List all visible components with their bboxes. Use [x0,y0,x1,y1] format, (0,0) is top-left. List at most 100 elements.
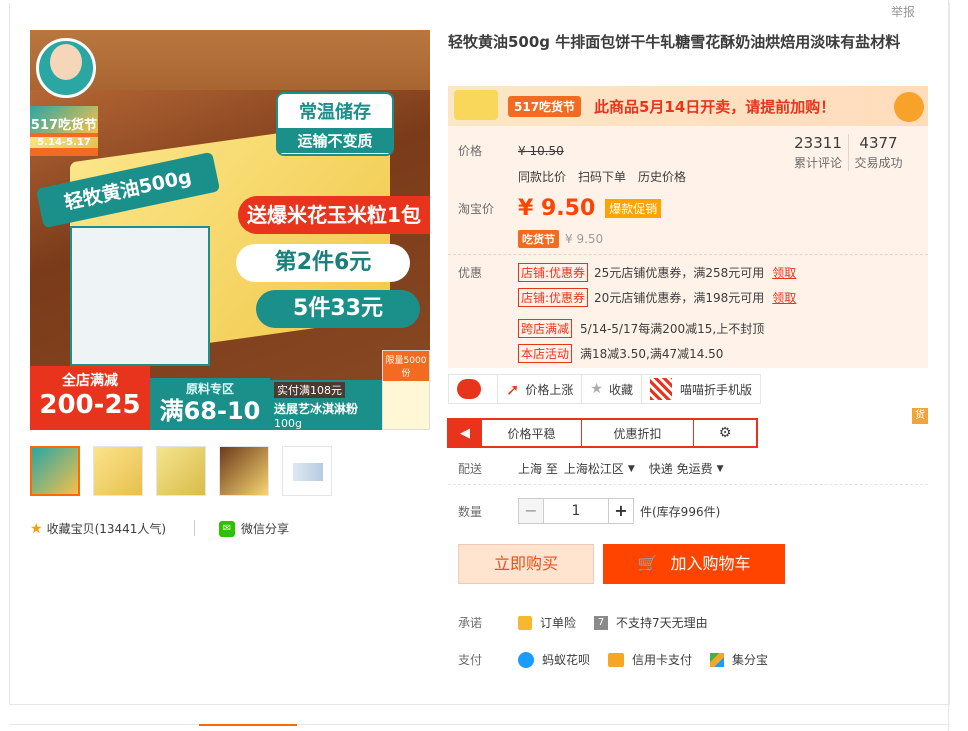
sales-stats: 23311 累计评论 4377 交易成功 [788,134,908,171]
price-box: 价格 ¥ 10.50 23311 累计评论 4377 交易成功 同款比价 扫码下… [448,126,928,254]
divider [194,520,195,536]
main-product-image[interactable]: 517吃货节 5.14-5.17 常温储存 运输不变质 轻牧黄油500g 送爆米… [30,30,430,430]
owl-icon [457,379,481,399]
festival-badge-date: 5.14-5.17 [30,137,98,148]
coupon-receive-link[interactable]: 领取 [772,289,796,306]
price-stable-button[interactable]: 价格平稳 [482,420,582,446]
banner-decoration [454,90,498,120]
banner-message: 此商品5月14日开卖，请提前加购！ [594,98,836,116]
huabei-text[interactable]: 蚂蚁花呗 [542,651,590,668]
add-to-cart-button[interactable]: 🛒 加入购物车 [603,544,785,584]
coupon-row-2: 店铺:优惠券 20元店铺优惠券，满198元可用 领取 [518,288,796,307]
payment-row: 支付 蚂蚁花呗 信用卡支付 集分宝 [458,651,768,668]
credit-card-text[interactable]: 信用卡支付 [632,651,692,668]
gift-box-label: 限量5000份 [383,351,429,381]
share-label: 微信分享 [241,522,290,536]
discount-button[interactable]: 优惠折扣 [582,420,694,446]
price-up-label: 价格上涨 [525,382,574,397]
qr-code-icon [650,378,672,400]
increase-button[interactable]: + [608,498,634,524]
price-up-tool[interactable]: ➚ 价格上涨 [498,375,583,403]
store-discount-label: 全店满减 [62,373,118,389]
price-history-link[interactable]: 历史价格 [638,168,686,185]
image-promo-five: 5件33元 [256,290,420,328]
cart-icon: 🛒 [637,554,658,573]
order-insurance-icon [518,615,532,630]
storage-tag-line1: 常温储存 [299,102,371,123]
favorite-count: (13441人气) [94,522,167,536]
promise-row: 承诺 订单险 7 不支持7天无理由 [458,614,708,631]
coupon-row-1: 店铺:优惠券 25元店铺优惠券，满258元可用 领取 [518,263,796,282]
thumbnail-5[interactable] [282,446,332,496]
image-promo-second: 第2件6元 [236,244,410,282]
gift-offer-item: 送展艺冰淇淋粉 [274,402,359,416]
review-label: 累计评论 [793,156,842,170]
right-divider [948,0,949,731]
chevron-down-icon[interactable]: ▼ [628,464,635,474]
buy-now-button[interactable]: 立即购买 [458,544,594,584]
delivery-to[interactable]: 上海松江区 [564,460,624,477]
add-to-cart-label: 加入购物车 [670,554,751,573]
taobao-price-label: 淘宝价 [458,202,495,216]
current-price: ¥ 9.50 [518,196,596,221]
banner-logo: 517吃货节 [508,96,582,117]
favorite-item[interactable]: ★ 收藏宝贝 (13441人气) [30,520,166,537]
festival-price: ¥ 9.50 [565,232,604,246]
ticket-icon[interactable]: ◀ [449,420,482,446]
original-price-row: 价格 ¥ 10.50 [458,142,564,159]
arrow-up-icon: ➚ [506,379,520,399]
mobile-tool[interactable]: 喵喵折手机版 [642,375,760,403]
huabei-icon [518,651,534,668]
payment-label: 支付 [458,653,483,667]
delivery-label: 配送 [458,462,483,476]
decrease-button[interactable]: − [518,498,544,524]
jifenbao-icon [710,652,725,667]
activity-text: 满18减3.50,满47减14.50 [580,347,724,361]
delivery-row: 配送 上海 至 上海松江区 ▼ 快递 免运费 ▼ [458,460,724,477]
gift-box-image: 限量5000份 [382,350,430,430]
no-return-text[interactable]: 不支持7天无理由 [616,614,708,631]
promo-area: 优惠 店铺:优惠券 25元店铺优惠券，满258元可用 领取 店铺:优惠券 20元… [448,254,928,368]
quantity-input[interactable] [544,498,608,524]
thumbnail-1[interactable] [30,446,80,496]
owl-tool[interactable] [449,375,498,403]
price-links: 同款比价 扫码下单 历史价格 [518,168,698,185]
thumbnail-2[interactable] [93,446,143,496]
coupon-tag: 店铺:优惠券 [518,263,589,282]
wechat-icon: ✉ [219,520,235,537]
storage-tag: 常温储存 运输不变质 [276,92,394,156]
festival-price-row: 吃货节 ¥ 9.50 [518,230,603,248]
wechat-share[interactable]: ✉ 微信分享 [219,520,289,537]
detail-tabs [9,724,950,731]
thumbnail-strip [30,446,332,496]
orange-icon [894,92,924,122]
active-tab-indicator[interactable] [199,724,297,731]
price-tools: ➚ 价格上涨 ★ 收藏 喵喵折手机版 [448,374,762,404]
activity-tag: 跨店满减 [518,319,573,338]
order-insurance-text[interactable]: 订单险 [540,614,576,631]
favorite-label: 收藏宝贝 [46,522,95,536]
star-icon: ★ [30,520,43,537]
settings-icon[interactable]: ⚙ [694,420,756,446]
original-price: ¥ 10.50 [518,143,564,158]
review-stat[interactable]: 23311 累计评论 [788,134,848,171]
festival-badge-title: 517吃货节 [30,106,98,133]
thumbnail-3[interactable] [156,446,206,496]
delivery-from: 上海 至 [518,462,558,476]
festival-banner[interactable]: 517吃货节 此商品5月14日开卖，请提前加购！ [448,86,928,126]
storage-tag-line2: 运输不变质 [278,128,392,153]
scan-order-link[interactable]: 扫码下单 [578,168,626,185]
star-icon: ★ [590,381,603,397]
coupon-receive-link[interactable]: 领取 [772,264,796,281]
thumbnail-4[interactable] [219,446,269,496]
product-title: 轻牧黄油500g 牛排面包饼干牛轧糖雪花酥奶油烘焙用淡味有盐材料 [448,33,901,51]
stock-badge: 货 [912,408,928,424]
jifenbao-text[interactable]: 集分宝 [732,651,768,668]
delivery-method[interactable]: 快递 免运费 [649,460,713,477]
chevron-down-icon[interactable]: ▼ [717,464,724,474]
image-store-discount: 全店满减 200-25 [30,366,150,430]
collect-tool[interactable]: ★ 收藏 [582,375,642,403]
review-count: 23311 [794,134,842,152]
report-link[interactable]: 举报 [891,3,915,20]
compare-link[interactable]: 同款比价 [518,168,566,185]
